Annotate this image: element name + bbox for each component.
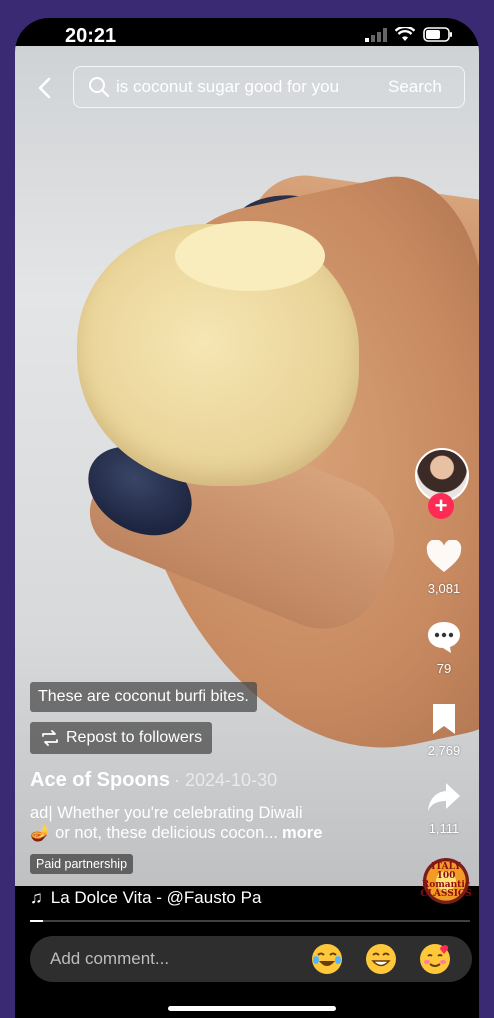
more-link[interactable]: more (282, 824, 322, 842)
repost-label: Repost to followers (66, 729, 203, 746)
battery-icon (423, 27, 452, 42)
comment-count: 79 (436, 661, 452, 676)
diya-lamp-icon: 🪔 (30, 824, 51, 842)
comment-bubble-icon (428, 622, 460, 653)
search-icon (89, 77, 110, 98)
post-date: · 2024-10-30 (174, 770, 278, 790)
chevron-left-icon (38, 77, 51, 99)
disc-label-line4: CLASSICS (420, 889, 472, 899)
bookmark-icon (433, 704, 455, 734)
music-info[interactable]: ♫ La Dolce Vita - @Fausto Pa (30, 888, 400, 908)
comment-input[interactable]: Add comment... (50, 949, 310, 969)
comment-button[interactable]: 79 (415, 620, 473, 676)
music-disc[interactable]: ITALY 100 Romantic CLASSICS (420, 858, 472, 904)
laughing-emoji-icon[interactable] (310, 942, 344, 976)
status-bar: 20:21 (15, 18, 479, 48)
wifi-icon (395, 27, 415, 41)
home-indicator[interactable] (168, 1006, 336, 1011)
video-frame[interactable] (15, 46, 479, 886)
music-note-icon: ♫ (30, 888, 43, 907)
comment-bar[interactable]: Add comment... (30, 936, 472, 982)
share-arrow-icon (428, 783, 460, 811)
save-button[interactable]: 2,769 (415, 702, 473, 758)
heart-face-emoji-icon[interactable] (418, 942, 452, 976)
progress-fill (30, 920, 44, 922)
like-count: 3,081 (427, 581, 461, 596)
search-button[interactable]: Search (388, 77, 442, 97)
video-caption: These are coconut burfi bites. (30, 682, 257, 712)
signal-icon (365, 27, 387, 42)
phone-frame: 20:21 is coconut sugar good for you Sear… (15, 18, 479, 1018)
like-button[interactable]: 3,081 (415, 539, 473, 596)
post-description[interactable]: ad| Whether you're celebrating Diwali 🪔 … (30, 803, 390, 843)
burfi-bite-mark (175, 221, 325, 291)
author-line[interactable]: Ace of Spoons · 2024-10-30 (30, 769, 277, 792)
search-header: is coconut sugar good for you Search (15, 63, 479, 113)
search-query[interactable]: is coconut sugar good for you (116, 77, 374, 97)
status-icons (365, 27, 453, 42)
paid-partnership-badge: Paid partnership (30, 854, 134, 874)
status-time: 20:21 (65, 25, 117, 47)
repost-button[interactable]: Repost to followers (30, 722, 213, 754)
music-title: La Dolce Vita - @Fausto Pa (50, 888, 262, 907)
author-name[interactable]: Ace of Spoons (30, 769, 170, 791)
save-count: 2,769 (427, 743, 461, 758)
follow-button[interactable]: + (428, 493, 454, 519)
search-input[interactable]: is coconut sugar good for you Search (73, 66, 465, 108)
repost-icon (42, 730, 58, 746)
share-count: 1,111 (428, 821, 460, 836)
heart-icon (426, 539, 462, 572)
back-button[interactable] (33, 73, 63, 103)
share-button[interactable]: 1,111 (415, 780, 473, 836)
desc-line-1: ad| Whether you're celebrating Diwali (30, 804, 303, 822)
video-progress-bar[interactable] (30, 920, 470, 922)
desc-line-2: or not, these delicious cocon... (55, 824, 279, 842)
grinning-emoji-icon[interactable] (364, 942, 398, 976)
